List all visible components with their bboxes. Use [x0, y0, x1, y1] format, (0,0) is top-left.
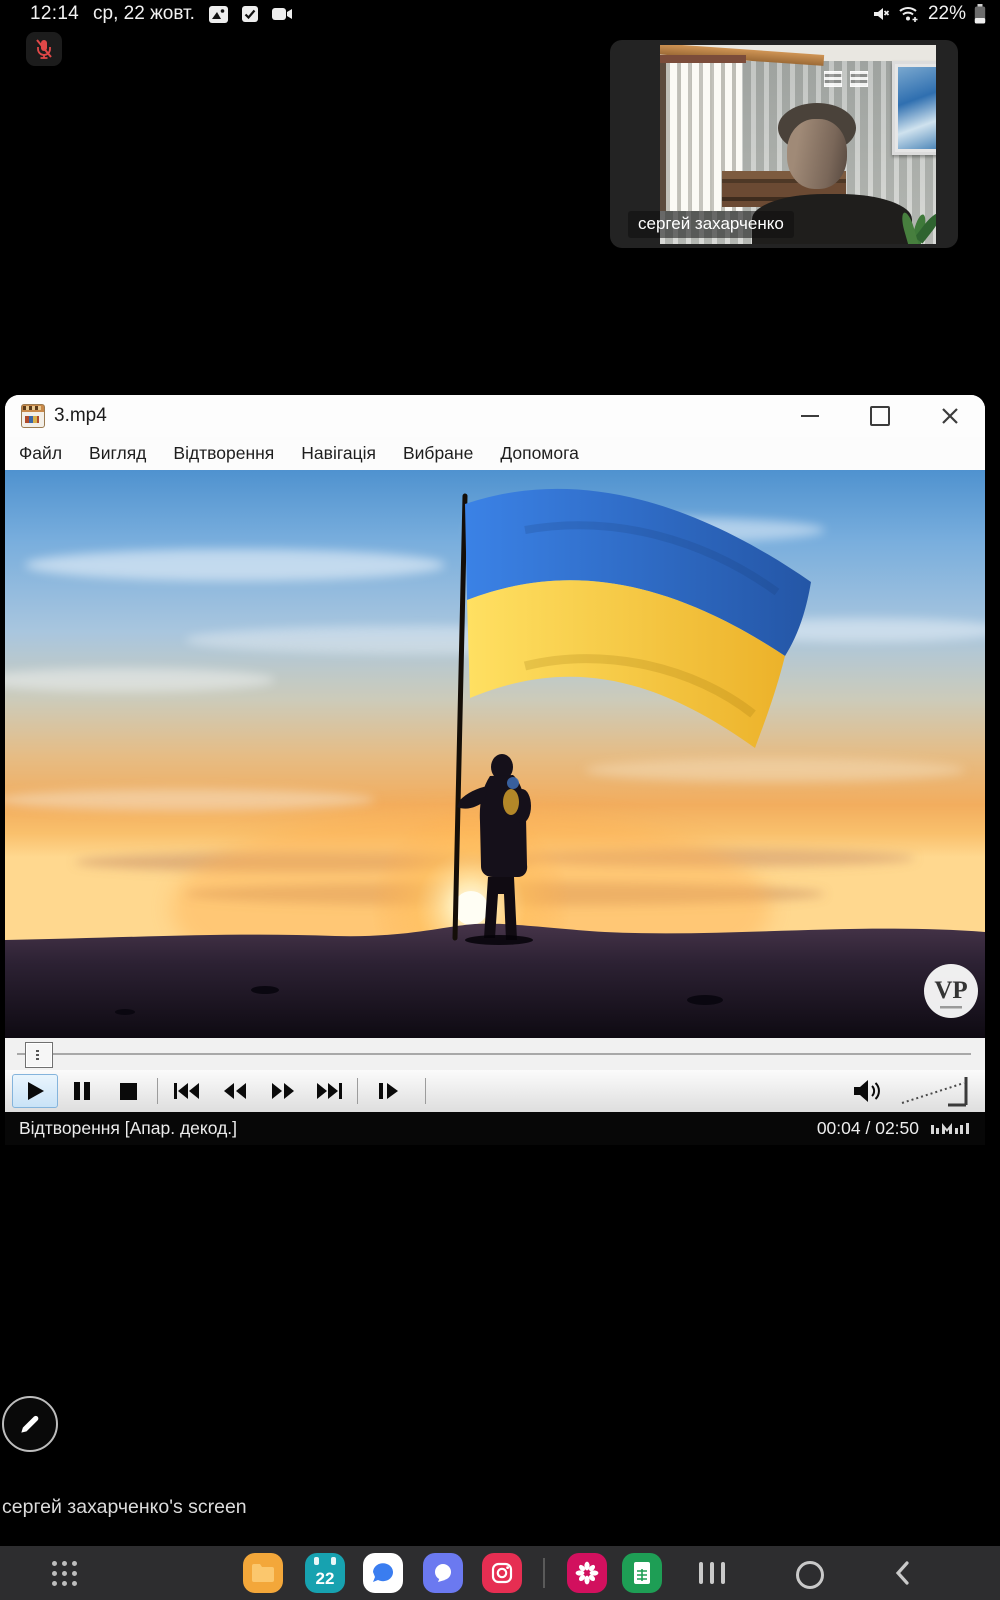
- maximize-button[interactable]: [845, 395, 915, 437]
- volume-slider-icon: [898, 1074, 982, 1108]
- pause-icon: [72, 1081, 92, 1101]
- menu-bar: Файл Вигляд Відтворення Навігація Вибран…: [5, 437, 985, 470]
- menu-file[interactable]: Файл: [19, 443, 62, 464]
- back-chevron-icon: [894, 1561, 910, 1585]
- android-status-bar: 12:14 ср, 22 жовт. 22%: [0, 0, 1000, 30]
- media-file-icon: [21, 404, 45, 428]
- pencil-icon: [17, 1411, 43, 1437]
- wall-vents: [824, 71, 868, 87]
- taskbar: 22: [0, 1546, 1000, 1600]
- close-icon: [941, 407, 959, 425]
- minimize-button[interactable]: [775, 395, 845, 437]
- video-camera-notification-icon: [272, 7, 293, 21]
- seek-thumb[interactable]: [25, 1042, 53, 1068]
- video-frame-artwork: VP: [5, 470, 985, 1038]
- previous-button[interactable]: [167, 1074, 207, 1108]
- annotate-button[interactable]: [2, 1396, 58, 1452]
- player-status-bar: Відтворення [Апар. декод.] 00:04 / 02:50: [5, 1112, 985, 1145]
- volume-slider[interactable]: [898, 1074, 982, 1108]
- playback-status-text: Відтворення [Апар. декод.]: [19, 1118, 237, 1139]
- gallery-app-icon[interactable]: [567, 1553, 607, 1593]
- decoder-status-icon: [931, 1120, 973, 1142]
- next-icon: [316, 1083, 342, 1099]
- stop-icon: [120, 1083, 137, 1100]
- curtain-rod: [660, 55, 746, 63]
- frame-step-icon: [379, 1083, 399, 1099]
- rewind-button[interactable]: [215, 1074, 255, 1108]
- participant-name-label: сергей захарченко: [628, 211, 794, 238]
- messenger-app-icon[interactable]: [423, 1553, 463, 1593]
- mic-muted-icon: [34, 38, 54, 60]
- participant-video-tile[interactable]: сергей захарченко: [610, 40, 958, 248]
- back-button[interactable]: [894, 1561, 910, 1590]
- menu-favorites[interactable]: Вибране: [403, 443, 473, 464]
- menu-view[interactable]: Вигляд: [89, 443, 146, 464]
- battery-icon: [974, 4, 986, 24]
- clock: 12:14: [30, 3, 79, 25]
- seek-bar[interactable]: [5, 1038, 985, 1070]
- media-player-window: 3.mp4 Файл Вигляд Відтворення Навігація …: [5, 395, 985, 1145]
- playback-time: 00:04 / 02:50: [817, 1118, 919, 1139]
- recents-button[interactable]: [699, 1562, 725, 1584]
- files-app-icon[interactable]: [243, 1553, 283, 1593]
- mic-muted-indicator[interactable]: [26, 32, 62, 66]
- vp-watermark-text: VP: [934, 977, 967, 1004]
- wifi-icon: [898, 5, 920, 23]
- next-button[interactable]: [309, 1074, 349, 1108]
- screen-share-label: сергей захарченко's screen: [2, 1496, 247, 1519]
- controls-separator: [425, 1078, 426, 1104]
- video-display-area[interactable]: VP: [5, 470, 985, 1038]
- speaker-icon: [852, 1078, 886, 1104]
- checkbox-notification-icon: [242, 6, 258, 22]
- maximize-icon: [870, 406, 890, 426]
- close-button[interactable]: [915, 395, 985, 437]
- playback-controls: [5, 1070, 985, 1112]
- controls-separator: [357, 1078, 358, 1104]
- calendar-app-icon[interactable]: 22: [305, 1553, 345, 1593]
- battery-percent: 22%: [928, 3, 966, 25]
- plant: [896, 184, 936, 244]
- fast-forward-button[interactable]: [263, 1074, 303, 1108]
- participant-face: [787, 119, 847, 189]
- sheets-app-icon[interactable]: [622, 1553, 662, 1593]
- previous-icon: [174, 1083, 200, 1099]
- menu-navigation[interactable]: Навігація: [301, 443, 376, 464]
- controls-separator: [157, 1078, 158, 1104]
- apps-grid-button[interactable]: [52, 1561, 77, 1586]
- menu-playback[interactable]: Відтворення: [173, 443, 274, 464]
- play-button[interactable]: [12, 1074, 58, 1108]
- vp-watermark: VP: [924, 964, 978, 1018]
- messages-app-icon[interactable]: [363, 1553, 403, 1593]
- stop-button[interactable]: [108, 1074, 148, 1108]
- minimize-icon: [801, 415, 819, 417]
- window-title: 3.mp4: [54, 405, 107, 427]
- volume-mute-button[interactable]: [850, 1074, 888, 1108]
- fast-forward-icon: [271, 1083, 295, 1099]
- window-title-bar[interactable]: 3.mp4: [5, 395, 985, 437]
- home-button[interactable]: [796, 1561, 824, 1589]
- seek-groove[interactable]: [17, 1053, 971, 1055]
- calendar-day-number: 22: [305, 1569, 345, 1589]
- sound-muted-icon: [870, 5, 890, 23]
- play-icon: [24, 1080, 46, 1102]
- instagram-app-icon[interactable]: [482, 1553, 522, 1593]
- pause-button[interactable]: [62, 1074, 102, 1108]
- date: ср, 22 жовт.: [93, 3, 195, 25]
- photo-notification-icon: [209, 6, 228, 23]
- frame-step-button[interactable]: [367, 1074, 411, 1108]
- menu-help[interactable]: Допомога: [500, 443, 579, 464]
- picture-frame: [892, 61, 936, 155]
- rewind-icon: [223, 1083, 247, 1099]
- taskbar-separator: [543, 1558, 545, 1588]
